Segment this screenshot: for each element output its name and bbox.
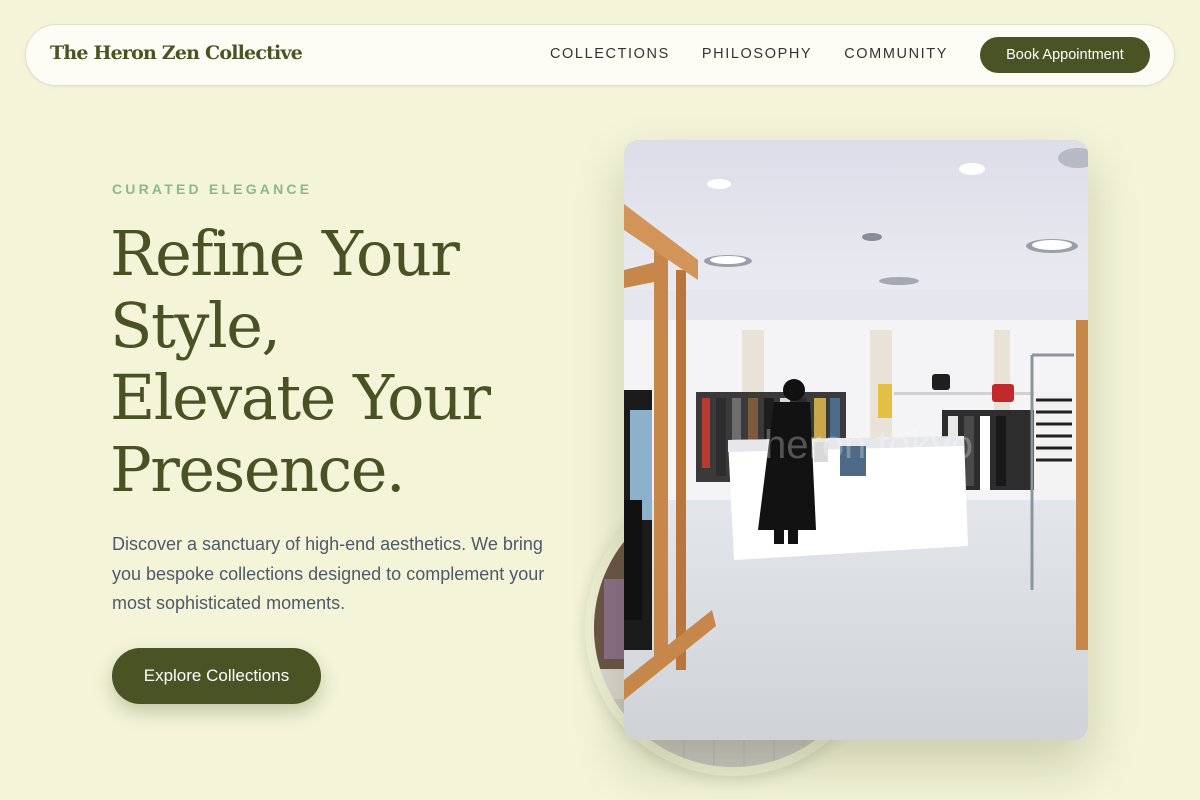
nav-link-philosophy[interactable]: PHILOSOPHY [702, 46, 812, 62]
hero-eyebrow: CURATED ELEGANCE [112, 181, 313, 197]
headline-line-4: Presence. [110, 433, 406, 506]
explore-collections-button[interactable]: Explore Collections [112, 648, 321, 704]
hero-description: Discover a sanctuary of high-end aesthet… [112, 534, 545, 613]
headline-line-3: Elevate Your [110, 361, 491, 434]
nav-link-community[interactable]: COMMUNITY [844, 46, 948, 62]
photo-watermark: heron tokyo [764, 423, 973, 467]
nav-link-collections[interactable]: COLLECTIONS [550, 46, 670, 62]
headline-line-1: Refine Your [110, 217, 460, 290]
top-navigation-bar: The Heron Zen Collective COLLECTIONS PHI… [25, 24, 1175, 86]
hero-headline: Refine Your Style, Elevate Your Presence… [110, 218, 580, 506]
nav-links: COLLECTIONS PHILOSOPHY COMMUNITY [550, 46, 948, 62]
boutique-interior-photo: heron tokyo [624, 140, 1088, 740]
headline-line-2: Style, [110, 289, 281, 362]
book-appointment-button[interactable]: Book Appointment [980, 37, 1150, 73]
brand-logo[interactable]: The Heron Zen Collective [50, 42, 303, 64]
